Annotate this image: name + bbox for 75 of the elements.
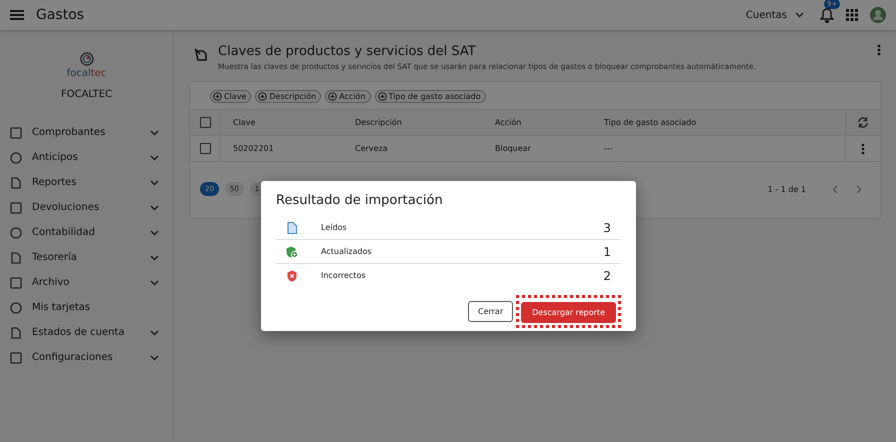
plus-circle-icon [378,92,387,101]
company-name: FOCALTEC [60,89,114,100]
shield-x-icon [286,270,298,282]
chevron-down-icon [150,254,159,260]
menu-icon[interactable] [10,9,24,21]
dialog-title: Resultado de importación [276,193,444,208]
sidebar-item[interactable]: Estados de cuenta [0,320,173,345]
avatar-icon[interactable] [870,7,886,23]
logo-mark-icon [80,52,94,66]
page-title: Claves de productos y servicios del SAT [218,44,477,59]
menu-item-icon [10,126,22,138]
sidebar-item[interactable]: Tesorería [0,245,173,270]
more-icon[interactable] [861,142,865,154]
refresh-icon[interactable] [857,117,869,128]
column-header: Tipo de gasto asociado [603,118,698,127]
more-icon[interactable] [877,44,881,56]
sidebar-item[interactable]: Reportes [0,170,173,195]
sidebar-item[interactable]: Mis tarjetas [0,295,173,320]
result-label: Actualizados [321,247,373,256]
menu-item-icon [10,326,22,338]
result-label: Incorrectos [321,271,367,280]
menu-item-icon [10,176,22,188]
bell-icon[interactable] [820,8,834,22]
logo-text: focaltec [66,68,106,79]
page-range: 1 - 1 de 1 [768,184,806,194]
app-title: Gastos [36,7,84,23]
checkbox[interactable] [200,117,210,128]
result-count: 3 [603,220,611,234]
column-header: Acción [494,118,522,127]
table-cell-text: Cerveza [354,144,389,153]
chevron-down-icon [150,330,159,336]
result-count: 2 [603,268,611,282]
menu-item-icon [10,276,22,288]
filter-chip[interactable]: Clave [210,90,252,103]
sidebar-item[interactable]: Archivo [0,270,173,295]
column-header: Descripción [354,118,403,127]
plus-circle-icon [258,92,268,101]
chevron-down-icon [150,230,159,236]
account-dropdown[interactable]: Cuentas [742,10,808,20]
chevron-down-icon [795,12,804,18]
chevron-down-icon [150,204,159,210]
menu-item-icon [10,226,22,238]
result-count: 1 [603,244,611,258]
menu-item-icon [10,252,22,264]
plus-circle-icon [213,92,222,101]
chevron-down-icon [150,280,159,286]
sidebar-item[interactable]: Anticipos [0,145,173,170]
filter-chip[interactable]: Descripción [255,90,322,103]
chevron-down-icon [150,180,159,186]
table-cell-text: 50202201 [232,144,275,153]
sidebar-item[interactable]: Configuraciones [0,345,173,370]
sidebar-item[interactable]: Contabilidad [0,220,173,245]
download-button[interactable]: Descargar reporte [521,302,616,323]
chevron-down-icon [150,354,159,360]
result-label: Leídos [321,223,348,232]
table-cell-text: --- [603,144,614,153]
chevron-down-icon [150,130,159,136]
menu-item-icon [10,202,22,214]
shield-plus-icon [286,246,298,258]
document-icon [286,222,298,234]
plus-circle-icon [328,92,338,101]
page-icon [194,48,208,62]
sidebar-item[interactable]: Devoluciones [0,195,173,220]
column-header: Clave [232,118,256,127]
chevron-down-icon [150,154,159,160]
sidebar-item[interactable]: Comprobantes [0,120,173,145]
table-cell-text: Bloquear [494,144,532,153]
checkbox[interactable] [200,143,210,154]
apps-grid-icon[interactable] [846,9,858,21]
filter-chip[interactable]: Tipo de gasto asociado [374,90,486,103]
menu-item-icon [10,302,22,314]
filter-chip[interactable]: Acción [325,90,371,103]
close-button[interactable]: Cerrar [468,301,514,322]
menu-item-icon [10,352,22,364]
menu-item-icon [10,152,22,164]
